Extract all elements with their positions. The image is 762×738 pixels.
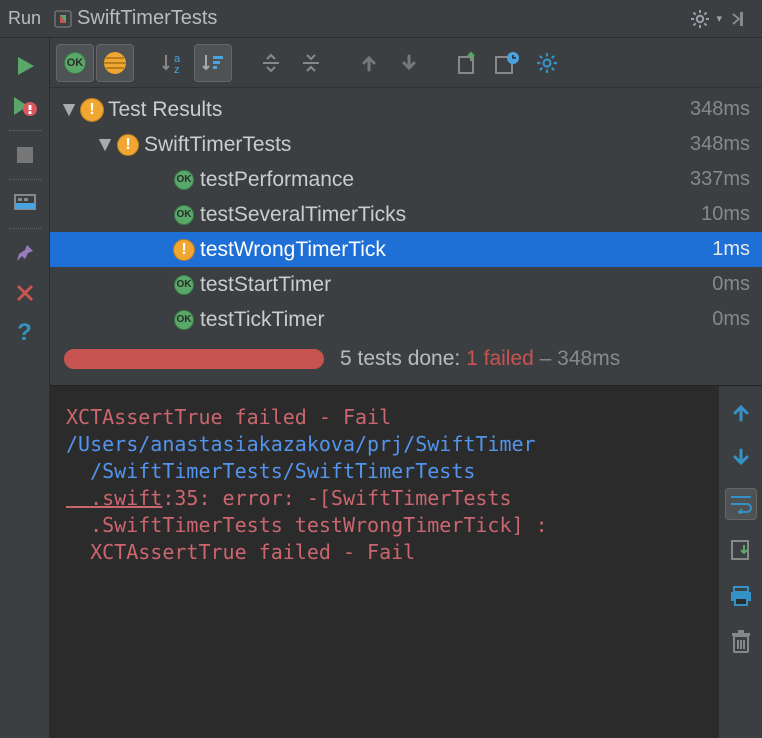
- console-path[interactable]: /SwiftTimerTests/SwiftTimerTests: [66, 459, 475, 483]
- console-toolbar: [718, 386, 762, 738]
- tree-test-label: testTickTimer: [200, 308, 712, 332]
- tree-test-label: testSeveralTimerTicks: [200, 203, 701, 227]
- scroll-down-button[interactable]: [725, 442, 757, 474]
- tree-suite-row[interactable]: ▼ ! SwiftTimerTests 348ms: [50, 127, 762, 162]
- ok-icon: OK: [172, 170, 196, 190]
- tree-test-row[interactable]: ! testWrongTimerTick 1ms: [50, 232, 762, 267]
- print-button[interactable]: [725, 580, 757, 612]
- tree-test-time: 10ms: [701, 203, 750, 226]
- console-line: :35: error: -[SwiftTimerTests: [162, 486, 511, 510]
- tree-test-row[interactable]: OK testStartTimer 0ms: [50, 267, 762, 302]
- summary-done: 5 tests done:: [340, 347, 466, 370]
- scroll-up-button[interactable]: [725, 396, 757, 428]
- tree-test-time: 337ms: [690, 168, 750, 191]
- rerun-failed-button[interactable]: [7, 88, 43, 124]
- svg-text:z: z: [174, 64, 180, 76]
- pin-button[interactable]: [7, 235, 43, 271]
- scroll-to-end-button[interactable]: [725, 534, 757, 566]
- sort-duration-button[interactable]: [194, 44, 232, 82]
- tree-root-row[interactable]: ▼ ! Test Results 348ms: [50, 92, 762, 127]
- show-ignored-toggle[interactable]: [96, 44, 134, 82]
- tree-test-time: 1ms: [712, 238, 750, 261]
- summary-suffix: – 348ms: [534, 347, 620, 370]
- console-path[interactable]: /Users/anastasiakazakova/prj/SwiftTimer: [66, 432, 536, 456]
- tree-test-row[interactable]: OK testSeveralTimerTicks 10ms: [50, 197, 762, 232]
- warn-icon: !: [80, 98, 104, 122]
- tree-root-label: Test Results: [108, 98, 690, 122]
- tree-test-row[interactable]: OK testTickTimer 0ms: [50, 302, 762, 337]
- export-results-button[interactable]: [448, 44, 486, 82]
- chevron-down-icon[interactable]: ▼: [58, 98, 80, 122]
- test-tree[interactable]: ▼ ! Test Results 348ms ▼ ! SwiftTimerTes…: [50, 88, 762, 337]
- titlebar: Run SwiftTimerTests ▾: [0, 0, 762, 38]
- console-line: XCTAssertTrue failed - Fail: [66, 405, 391, 429]
- settings-gear-icon[interactable]: [690, 9, 710, 29]
- ok-icon: OK: [172, 310, 196, 330]
- show-passed-toggle[interactable]: OK: [56, 44, 94, 82]
- run-config-name: SwiftTimerTests: [77, 7, 217, 30]
- tree-test-label: testPerformance: [200, 168, 690, 192]
- chevron-down-icon[interactable]: ▼: [94, 133, 116, 157]
- console-line: .SwiftTimerTests testWrongTimerTick] :: [66, 513, 560, 537]
- console-output[interactable]: XCTAssertTrue failed - Fail /Users/anast…: [50, 386, 718, 738]
- tree-suite-label: SwiftTimerTests: [144, 133, 690, 157]
- warn-icon: !: [172, 239, 196, 261]
- tree-test-time: 0ms: [712, 273, 750, 296]
- prev-occurrence-button[interactable]: [350, 44, 388, 82]
- collapse-all-button[interactable]: [292, 44, 330, 82]
- ok-icon: OK: [172, 275, 196, 295]
- settings-chevron-icon[interactable]: ▾: [716, 12, 722, 25]
- test-summary: 5 tests done: 1 failed – 348ms: [50, 337, 762, 385]
- run-button[interactable]: [7, 48, 43, 84]
- soft-wrap-toggle[interactable]: [725, 488, 757, 520]
- progress-bar: [64, 349, 324, 369]
- run-config-icon: [53, 9, 73, 29]
- clear-all-button[interactable]: [725, 626, 757, 658]
- layout-button[interactable]: [7, 186, 43, 222]
- next-occurrence-button[interactable]: [390, 44, 428, 82]
- tree-suite-time: 348ms: [690, 133, 750, 156]
- help-button[interactable]: ?: [7, 315, 43, 351]
- tree-root-time: 348ms: [690, 98, 750, 121]
- tree-test-time: 0ms: [712, 308, 750, 331]
- stop-button[interactable]: [7, 137, 43, 173]
- tree-test-label: testWrongTimerTick: [200, 238, 712, 262]
- sort-alpha-button[interactable]: az: [154, 44, 192, 82]
- console-file-link[interactable]: .swift: [66, 486, 162, 510]
- console-line: XCTAssertTrue failed - Fail: [66, 540, 415, 564]
- test-toolbar: OK az: [50, 38, 762, 88]
- ok-icon: OK: [172, 205, 196, 225]
- warn-icon: !: [116, 134, 140, 156]
- test-runner-settings-button[interactable]: [528, 44, 566, 82]
- hide-tool-window-icon[interactable]: [730, 9, 750, 29]
- tool-window-label: Run: [8, 8, 41, 29]
- history-button[interactable]: [488, 44, 526, 82]
- run-gutter: ?: [0, 38, 50, 738]
- summary-failed: 1 failed: [466, 347, 534, 370]
- close-button[interactable]: [7, 275, 43, 311]
- tree-test-label: testStartTimer: [200, 273, 712, 297]
- tree-test-row[interactable]: OK testPerformance 337ms: [50, 162, 762, 197]
- expand-all-button[interactable]: [252, 44, 290, 82]
